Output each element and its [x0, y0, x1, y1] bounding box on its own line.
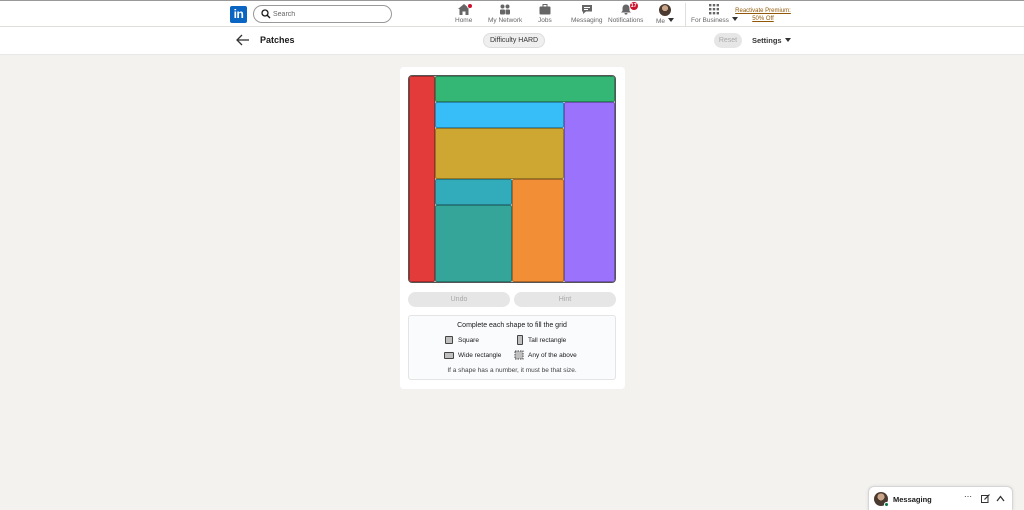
nav-my-network[interactable]: My Network: [488, 4, 522, 24]
orange-tall-piece[interactable]: [512, 179, 564, 282]
tall-rectangle-icon: [517, 335, 523, 345]
game-header: Patches Difficulty HARD Reset Settings: [0, 27, 1024, 55]
cyan-wide-piece[interactable]: [435, 179, 512, 205]
grid-icon: [708, 4, 720, 15]
briefcase-icon: [539, 4, 551, 15]
nav-for-business[interactable]: For Business: [691, 4, 738, 24]
search-input[interactable]: [273, 7, 383, 21]
teal-square-piece[interactable]: [435, 205, 512, 282]
nav-home-label: Home: [455, 17, 473, 24]
legend-footer: If a shape has a number, it must be that…: [447, 367, 577, 374]
chevron-down-icon: [784, 38, 791, 42]
hint-button[interactable]: Hint: [514, 292, 616, 307]
reactivate-premium-link[interactable]: Reactivate Premium: 50% Off: [733, 7, 793, 23]
purple-tall-piece[interactable]: [564, 102, 615, 282]
game-board[interactable]: [408, 75, 616, 283]
search-box[interactable]: [253, 5, 392, 23]
nav-notifications[interactable]: 17 Notifications: [608, 2, 644, 24]
back-arrow-icon[interactable]: [236, 34, 250, 46]
rules-legend: Complete each shape to fill the grid Squ…: [408, 315, 616, 380]
network-icon: [499, 4, 511, 15]
avatar: [659, 4, 672, 16]
premium-line-2: 50% Off: [752, 16, 774, 22]
nav-home[interactable]: Home: [455, 3, 473, 24]
home-notification-dot: [466, 3, 473, 9]
undo-button[interactable]: Undo: [408, 292, 510, 307]
search-icon: [261, 9, 271, 19]
legend-tall: Tall rectangle: [517, 335, 566, 345]
page-title: Patches: [260, 35, 295, 45]
legend-square: Square: [445, 336, 479, 345]
nav-messaging[interactable]: Messaging: [571, 4, 602, 24]
chat-icon: [581, 4, 593, 15]
chevron-down-icon: [668, 18, 675, 22]
nav-jobs-label: Jobs: [538, 17, 552, 24]
more-options-icon[interactable]: ⋯: [964, 492, 972, 501]
home-icon: [457, 3, 473, 15]
legend-heading: Complete each shape to fill the grid: [457, 322, 567, 329]
messaging-panel[interactable]: Messaging ⋯: [868, 486, 1013, 510]
chevron-up-icon[interactable]: [996, 495, 1005, 502]
nav-messaging-label: Messaging: [571, 17, 603, 24]
online-status-dot: [884, 502, 889, 507]
notifications-badge: 17: [629, 2, 638, 10]
blue-wide-piece[interactable]: [435, 102, 564, 128]
nav-for-business-label: For Business: [691, 17, 738, 24]
premium-line-1: Reactivate Premium:: [735, 8, 791, 14]
legend-any: Any of the above: [514, 350, 577, 360]
reset-button[interactable]: Reset: [714, 33, 742, 48]
any-shape-icon: [514, 350, 524, 360]
green-wide-piece[interactable]: [435, 76, 615, 102]
wide-rectangle-icon: [444, 352, 454, 359]
nav-notifications-label: Notifications: [608, 17, 644, 24]
square-shape-icon: [445, 336, 453, 344]
settings-button[interactable]: Settings: [752, 36, 791, 45]
nav-my-network-label: My Network: [488, 17, 523, 24]
linkedin-logo[interactable]: in: [230, 6, 247, 23]
legend-wide: Wide rectangle: [444, 351, 501, 360]
compose-icon[interactable]: [981, 494, 990, 503]
messaging-title: Messaging: [893, 495, 932, 504]
nav-jobs[interactable]: Jobs: [538, 4, 552, 24]
gold-wide-piece[interactable]: [435, 128, 564, 179]
nav-me-label: Me: [656, 18, 675, 25]
red-tall-piece[interactable]: [409, 76, 435, 282]
nav-me[interactable]: Me: [656, 4, 675, 25]
top-nav: in Home My Network Jobs Messaging 17: [0, 0, 1024, 27]
difficulty-badge: Difficulty HARD: [483, 33, 546, 48]
nav-divider: [685, 3, 686, 26]
bell-icon: 17: [620, 2, 638, 15]
